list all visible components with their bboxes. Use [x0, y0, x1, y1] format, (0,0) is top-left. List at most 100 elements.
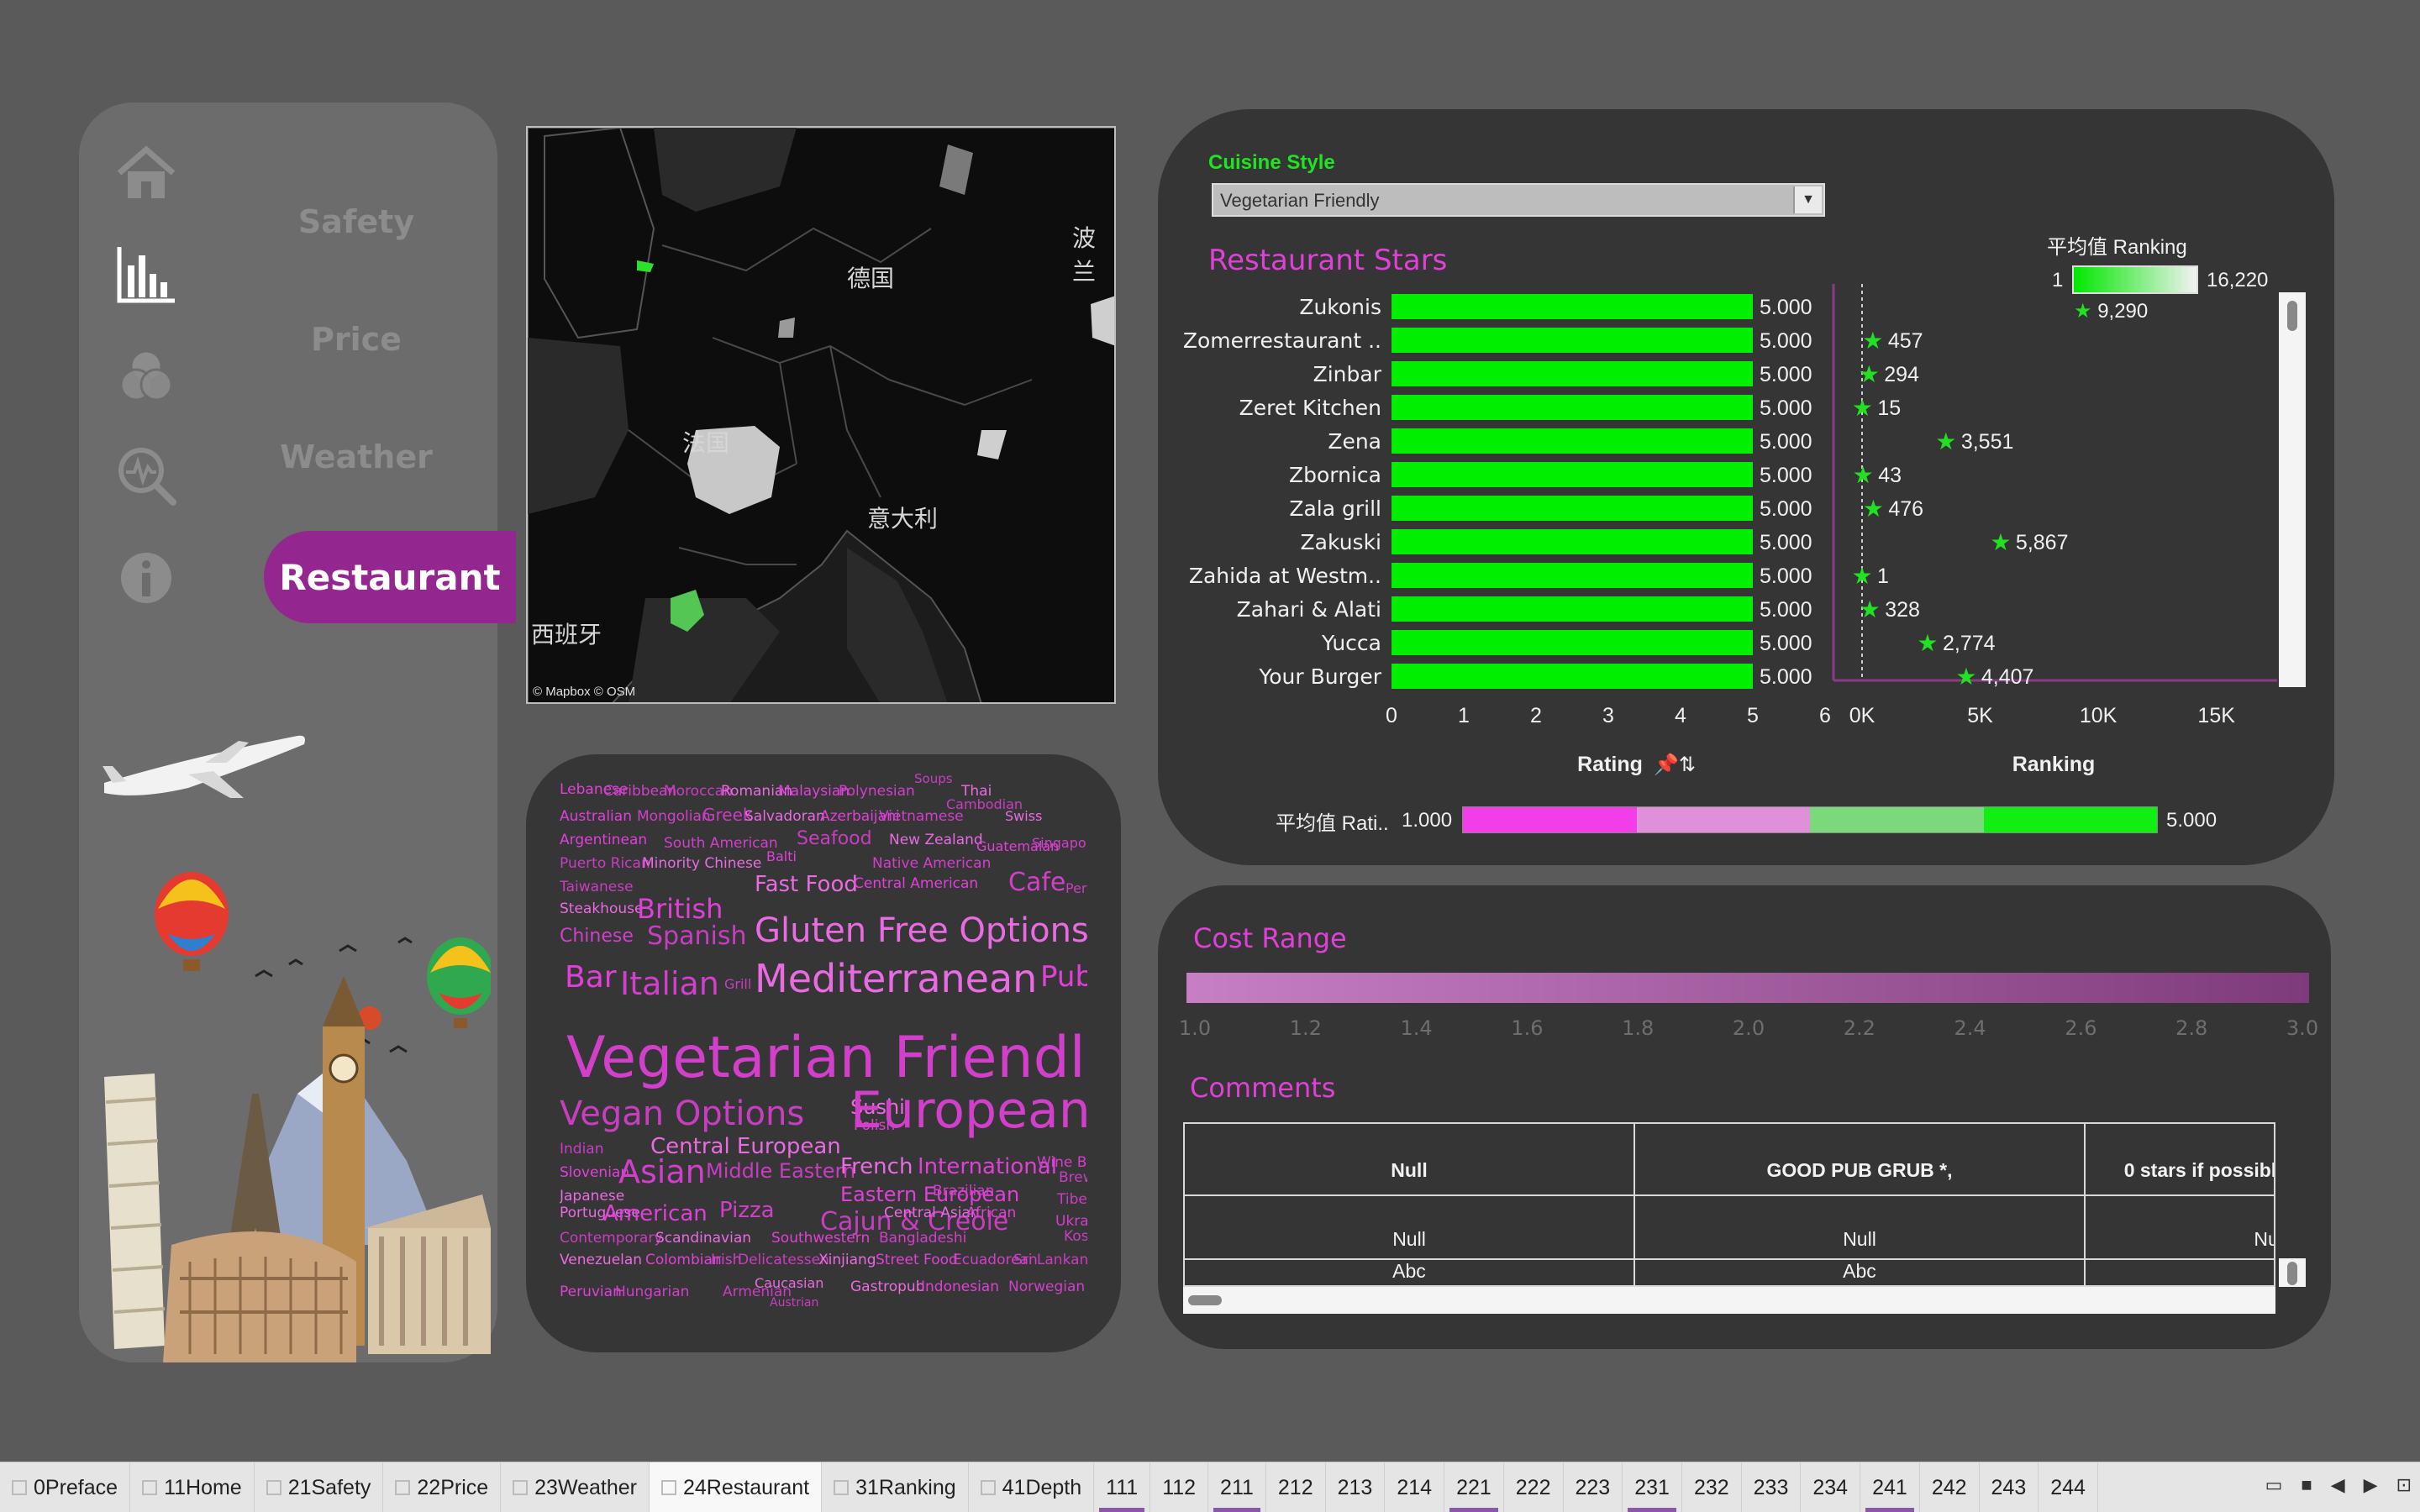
word-cloud-term[interactable]: Polynesian: [839, 785, 915, 799]
pin-icon[interactable]: 📌: [1654, 752, 1679, 776]
sheet-tab[interactable]: 223: [1564, 1462, 1623, 1512]
word-cloud-term[interactable]: Central Asian: [884, 1206, 980, 1221]
word-cloud-term[interactable]: Seafood: [797, 830, 872, 848]
nav-item-restaurant[interactable]: Restaurant: [264, 531, 516, 623]
chevron-down-icon[interactable]: ▼: [1793, 186, 1822, 213]
category-label[interactable]: Zeret Kitchen: [1239, 396, 1381, 420]
word-cloud-term[interactable]: Puerto Rican: [560, 857, 650, 871]
word-cloud-term[interactable]: Fast Food: [755, 874, 858, 895]
word-cloud-term[interactable]: Mongolian: [637, 810, 711, 824]
word-cloud-term[interactable]: Italian: [620, 968, 719, 1000]
word-cloud-term[interactable]: Gastropub: [850, 1280, 925, 1294]
venn-diagram-icon[interactable]: [113, 343, 180, 410]
word-cloud-term[interactable]: Pub: [1040, 963, 1087, 991]
category-label[interactable]: Zahari & Alati: [1237, 597, 1381, 622]
rating-bar[interactable]: [1392, 294, 1753, 319]
word-cloud-term[interactable]: Salvadoran: [744, 810, 825, 824]
word-cloud-term[interactable]: Kosher: [1064, 1230, 1087, 1244]
table-cell[interactable]: Null: [2086, 1228, 2274, 1251]
word-cloud-term[interactable]: Ukrainian: [1055, 1215, 1087, 1229]
sheet-tab[interactable]: 222: [1504, 1462, 1564, 1512]
word-cloud-term[interactable]: Venezuelan: [560, 1253, 642, 1268]
word-cloud-term[interactable]: Soups: [914, 773, 953, 785]
sheet-tab[interactable]: 221: [1444, 1462, 1504, 1512]
bar-chart-icon[interactable]: [113, 240, 180, 307]
word-cloud-term[interactable]: Vegan Options: [560, 1097, 804, 1131]
sheet-tab[interactable]: 41Depth: [969, 1462, 1095, 1512]
word-cloud-term[interactable]: Argentinean: [560, 833, 647, 848]
word-cloud-term[interactable]: Pizza: [719, 1200, 775, 1221]
horizontal-scrollbar[interactable]: [1183, 1287, 2275, 1314]
sheet-tab[interactable]: 231: [1623, 1462, 1682, 1512]
table-column[interactable]: Null Null Abc: [1185, 1124, 1635, 1285]
sheet-tab[interactable]: 22Price: [383, 1462, 502, 1512]
nav-item-safety[interactable]: Safety: [247, 203, 466, 240]
word-cloud-term[interactable]: Indian: [560, 1142, 604, 1157]
category-label[interactable]: Your Burger: [1258, 664, 1381, 689]
sheet-tab[interactable]: 243: [1980, 1462, 2039, 1512]
table-cell[interactable]: Null: [1185, 1228, 1634, 1251]
word-cloud-term[interactable]: Minority Chinese: [642, 857, 761, 871]
table-column[interactable]: GOOD PUB GRUB *, Null Abc: [1635, 1124, 2086, 1285]
grid-view-icon[interactable]: ▭: [2265, 1474, 2283, 1496]
word-cloud-term[interactable]: Swiss: [1005, 810, 1042, 823]
category-label[interactable]: Zala grill: [1289, 496, 1381, 521]
sheet-tab[interactable]: 24Restaurant: [650, 1462, 823, 1512]
category-label[interactable]: Zinbar: [1313, 362, 1382, 386]
rating-bar[interactable]: [1392, 328, 1753, 353]
sort-icon[interactable]: ⇅: [1679, 753, 1696, 776]
scrollbar-thumb[interactable]: [1188, 1295, 1222, 1305]
word-cloud-term[interactable]: British: [637, 895, 723, 922]
column-header[interactable]: Null: [1185, 1159, 1634, 1182]
nav-item-price[interactable]: Price: [247, 321, 466, 358]
word-cloud-term[interactable]: Gluten Free Options: [755, 914, 1087, 948]
word-cloud-term[interactable]: Australian: [560, 810, 632, 824]
word-cloud-term[interactable]: Central American: [854, 877, 978, 891]
sheet-tab[interactable]: 21Safety: [255, 1462, 384, 1512]
word-cloud-term[interactable]: Balti: [766, 850, 797, 864]
next-icon[interactable]: ▶: [2364, 1474, 2378, 1496]
sheet-tab[interactable]: 211: [1208, 1462, 1266, 1512]
analytics-search-icon[interactable]: [113, 442, 180, 509]
ranking-star-mark[interactable]: ★: [1862, 328, 1883, 354]
word-cloud-term[interactable]: European: [850, 1085, 1087, 1136]
ranking-star-mark[interactable]: ★: [1990, 529, 2011, 555]
word-cloud-term[interactable]: Vegetarian Friendly: [566, 1030, 1087, 1087]
sheet-tab[interactable]: 213: [1326, 1462, 1386, 1512]
category-label[interactable]: Zakuski: [1301, 530, 1381, 554]
word-cloud-term[interactable]: African: [966, 1206, 1016, 1221]
rating-bar[interactable]: [1392, 563, 1753, 588]
word-cloud-term[interactable]: South American: [664, 837, 778, 851]
ranking-star-mark[interactable]: ★: [1859, 361, 1880, 387]
vertical-scrollbar[interactable]: [2279, 292, 2306, 687]
word-cloud-term[interactable]: Contemporary: [560, 1231, 662, 1246]
word-cloud-term[interactable]: Tibetan: [1057, 1193, 1087, 1207]
rating-bar[interactable]: [1392, 596, 1753, 622]
rating-bar[interactable]: [1392, 361, 1753, 386]
category-label[interactable]: Zukonis: [1299, 295, 1381, 319]
ranking-star-mark[interactable]: ★: [1917, 630, 1938, 656]
column-header[interactable]: GOOD PUB GRUB *,: [1635, 1159, 2084, 1182]
info-icon[interactable]: [113, 544, 180, 612]
rating-bar[interactable]: [1392, 428, 1753, 454]
single-view-icon[interactable]: ■: [2301, 1474, 2312, 1496]
sheet-tab[interactable]: 244: [2039, 1462, 2098, 1512]
word-cloud-term[interactable]: Austrian: [770, 1297, 818, 1309]
word-cloud-term[interactable]: Grill: [724, 978, 751, 991]
word-cloud-term[interactable]: New Zealand: [889, 833, 983, 848]
word-cloud-term[interactable]: Cafe: [1008, 870, 1065, 895]
word-cloud-term[interactable]: Sri Lankan: [1013, 1253, 1087, 1268]
word-cloud-term[interactable]: Spanish: [647, 924, 746, 949]
rating-bar[interactable]: [1392, 496, 1753, 521]
word-cloud-term[interactable]: Bangladeshi: [879, 1231, 966, 1246]
sheet-tab[interactable]: 23Weather: [501, 1462, 650, 1512]
word-cloud-term[interactable]: Chinese: [560, 927, 634, 946]
rating-bar[interactable]: [1392, 395, 1753, 420]
table-cell[interactable]: Abc: [1185, 1260, 1634, 1283]
rating-bar[interactable]: [1392, 664, 1753, 689]
sheet-tab[interactable]: 234: [1801, 1462, 1861, 1512]
word-cloud-term[interactable]: American: [603, 1203, 708, 1225]
word-cloud-term[interactable]: Scandinavian: [655, 1231, 751, 1246]
word-cloud-term[interactable]: Singaporean: [1032, 837, 1087, 850]
sheet-tab[interactable]: 111: [1094, 1462, 1151, 1512]
